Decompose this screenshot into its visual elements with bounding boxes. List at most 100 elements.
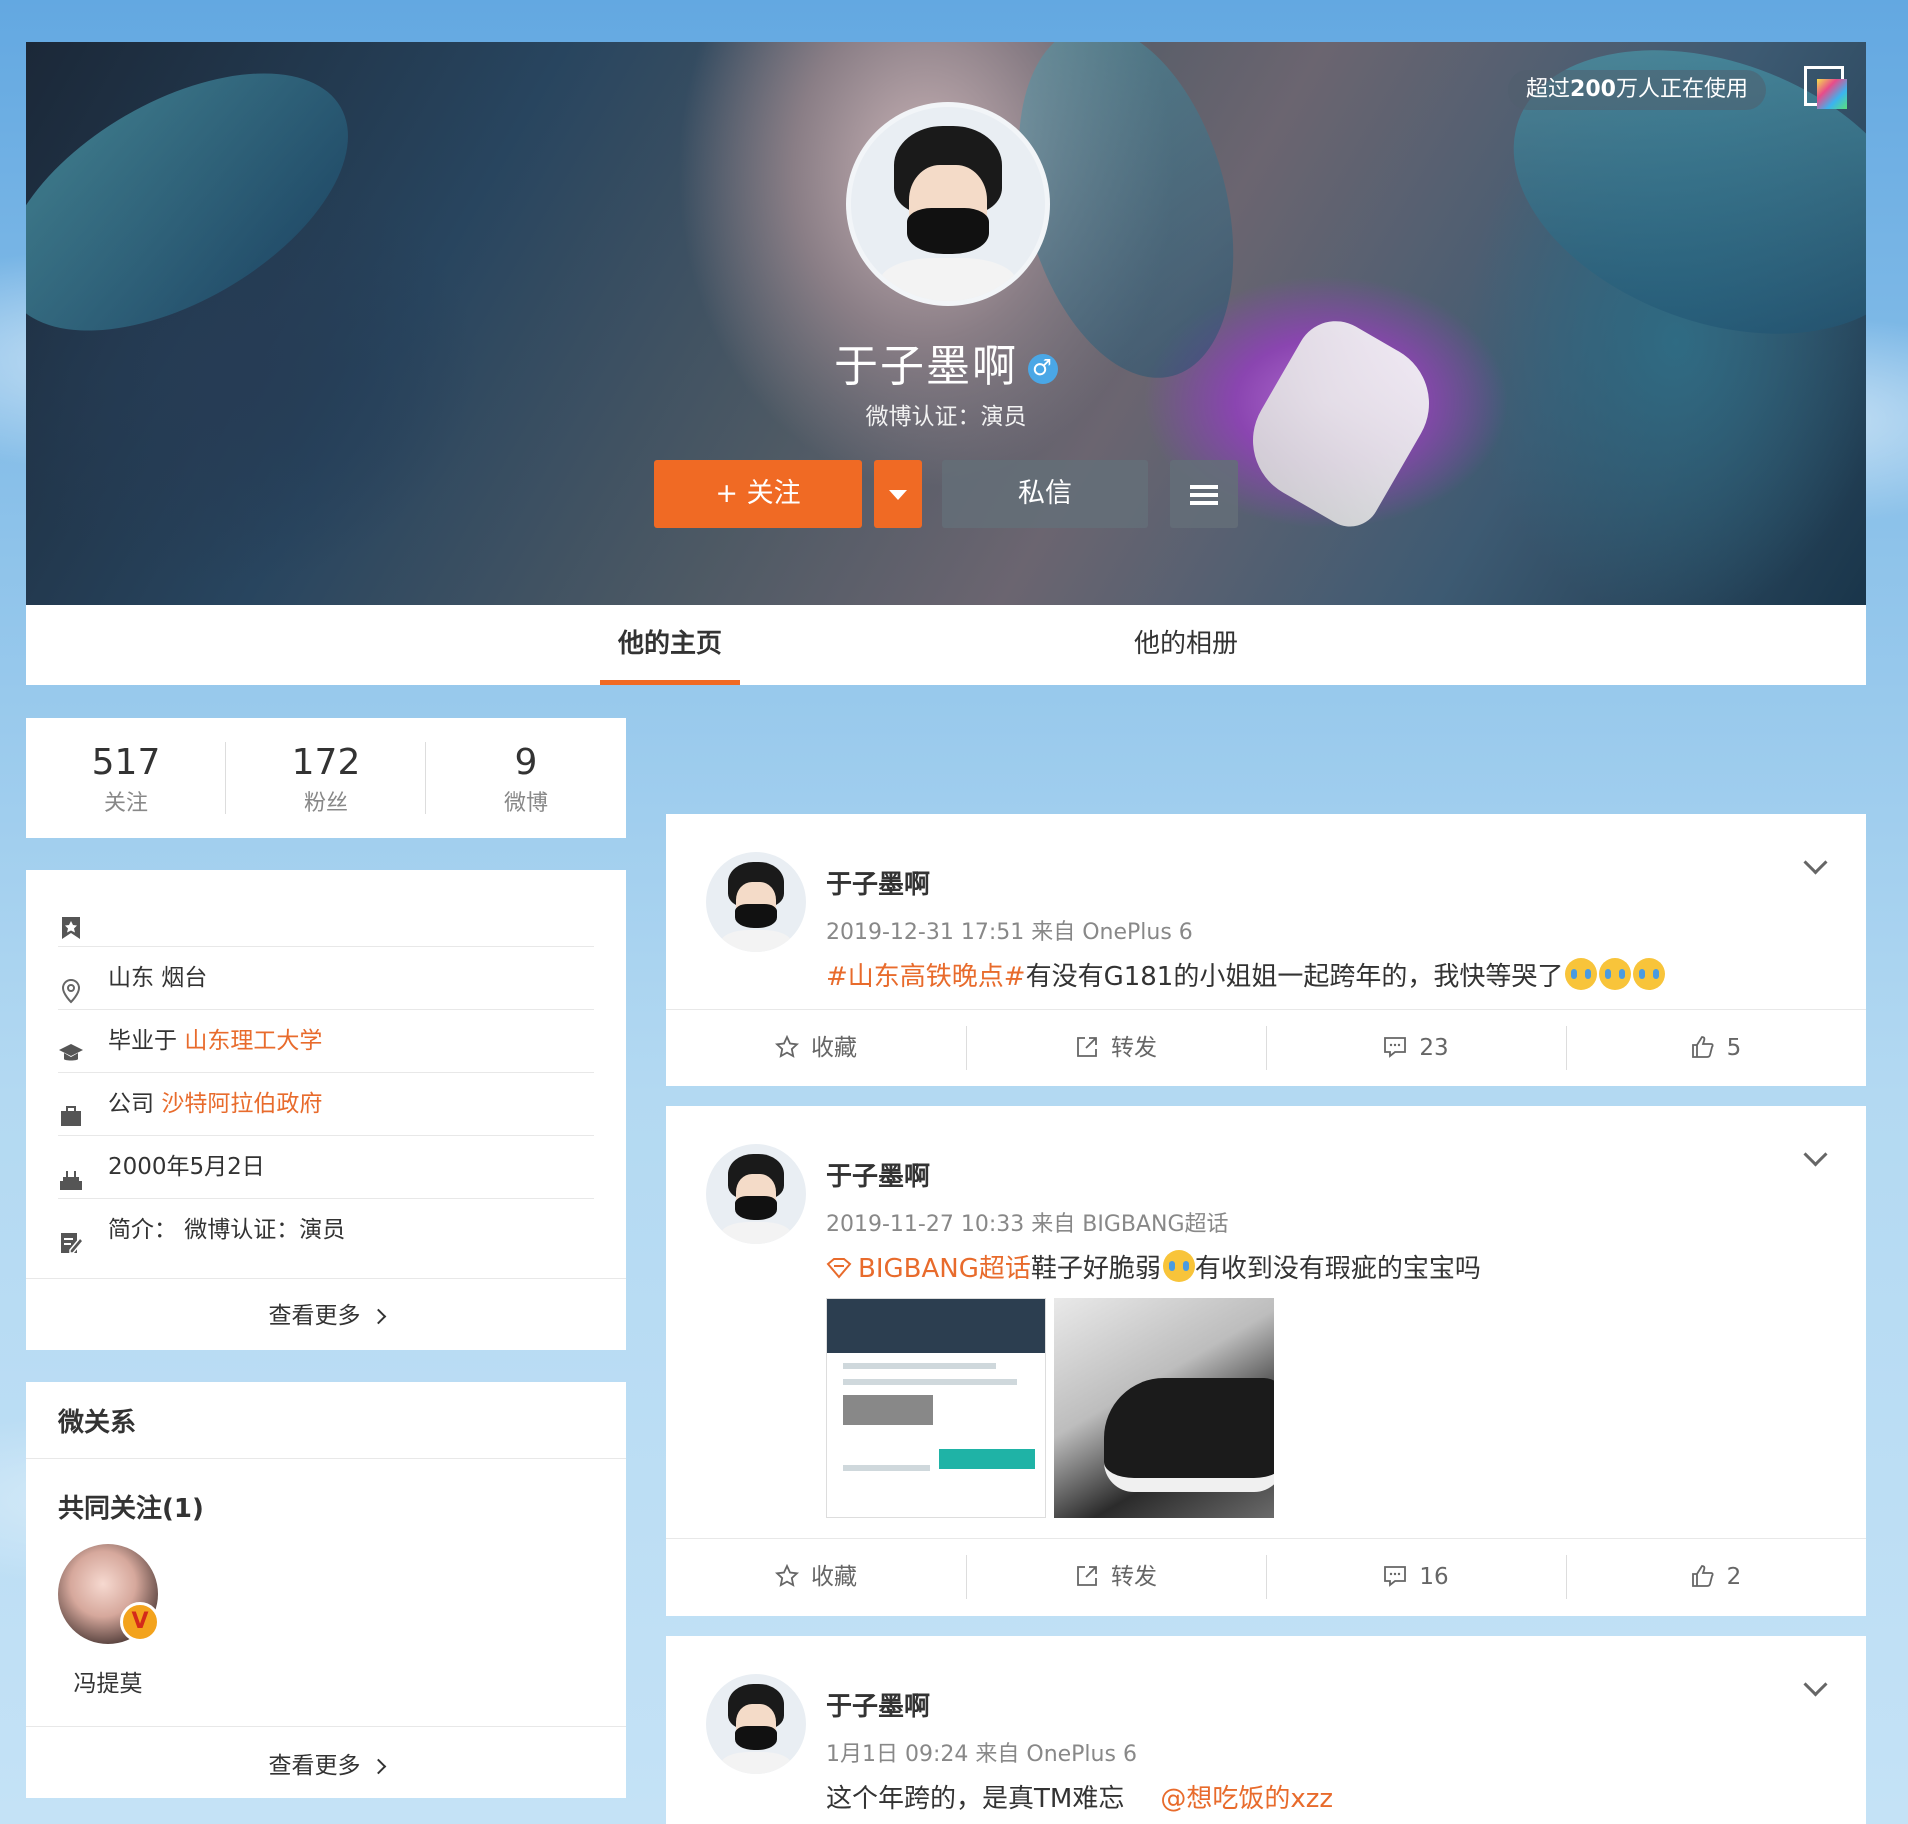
share-icon <box>1075 1543 1099 1586</box>
divider <box>26 1726 626 1727</box>
education-prefix: 毕业于 <box>108 1028 177 1054</box>
cake-icon <box>58 1155 84 1190</box>
edit-note-icon <box>58 1218 85 1254</box>
info-row-education: 毕业于 山东理工大学 <box>58 1010 594 1073</box>
supertopic-link[interactable]: BIGBANG超话 <box>826 1254 1031 1284</box>
bookmark-badge-icon <box>58 903 84 939</box>
birthday-text: 2000年5月2日 <box>108 1154 265 1180</box>
thumbs-up-icon <box>1691 1543 1715 1587</box>
more-menu-button[interactable] <box>1170 460 1238 528</box>
like-count: 2 <box>1726 1564 1742 1590</box>
briefcase-icon <box>58 1092 84 1126</box>
profile-tabs: 他的主页 他的相册 <box>26 605 1866 685</box>
relations-card: 微关系 共同关注(1) V 冯提莫 查看更多 <box>26 1382 626 1798</box>
post-meta: 2019-11-27 10:33 来自 BIGBANG超话 <box>826 1212 1229 1237</box>
profile-info-card: 山东 烟台 毕业于 山东理工大学 公司 沙特阿拉伯政府 2000年5月2日 简介… <box>26 870 626 1350</box>
tab-home[interactable]: 他的主页 <box>600 605 740 685</box>
location-text: 山东 烟台 <box>108 965 208 991</box>
favorite-label: 收藏 <box>811 1564 857 1590</box>
friend-name[interactable]: 冯提莫 <box>58 1664 158 1698</box>
comment-count: 16 <box>1419 1564 1449 1590</box>
mention-link[interactable]: @想吃饭的xzz <box>1160 1784 1333 1814</box>
post-image[interactable] <box>826 1298 1046 1518</box>
post-body: 鞋子好脆弱 <box>1030 1254 1161 1284</box>
post-body: 这个年跨的，是真TM难忘 <box>826 1784 1125 1814</box>
feed-post: 于子墨啊 1月1日 09:24 来自 OnePlus 6 这个年跨的，是真TM难… <box>666 1636 1866 1824</box>
comment-count: 23 <box>1419 1035 1449 1061</box>
post-author[interactable]: 于子墨啊 <box>826 864 930 901</box>
post-avatar[interactable] <box>706 852 806 952</box>
cover-settings-icon[interactable] <box>1804 66 1847 109</box>
repost-button[interactable]: 转发 <box>966 1010 1266 1086</box>
favorite-button[interactable]: 收藏 <box>666 1010 966 1086</box>
stat-following[interactable]: 517 关注 <box>26 742 226 817</box>
post-actions: 收藏 转发 23 5 <box>666 1009 1866 1086</box>
follow-dropdown-button[interactable] <box>874 460 922 528</box>
chevron-right-icon <box>370 1308 386 1325</box>
stat-label: 微博 <box>503 791 548 816</box>
stat-value: 517 <box>91 742 161 783</box>
usage-badge: 超过200万人正在使用 <box>1508 70 1766 110</box>
post-text: 这个年跨的，是真TM难忘 @想吃饭的xzz <box>826 1778 1333 1815</box>
stats-card: 517 关注 172 粉丝 9 微博 <box>26 718 626 838</box>
common-follow-title: 共同关注(1) <box>58 1494 204 1524</box>
company-link[interactable]: 沙特阿拉伯政府 <box>161 1091 322 1117</box>
info-row-birthday: 2000年5月2日 <box>58 1136 594 1199</box>
verification-text: 微博认证：演员 <box>865 404 1027 430</box>
comment-button[interactable]: 23 <box>1266 1010 1566 1086</box>
stat-value: 172 <box>291 742 361 783</box>
post-author[interactable]: 于子墨啊 <box>826 1686 930 1723</box>
post-text: BIGBANG超话鞋子好脆弱 有收到没有瑕疵的宝宝吗 <box>826 1248 1481 1285</box>
chevron-down-icon[interactable] <box>1803 1142 1828 1167</box>
more-label: 查看更多 <box>268 1303 361 1329</box>
share-icon <box>1075 1014 1099 1057</box>
chevron-right-icon <box>370 1758 386 1775</box>
post-meta: 2019-12-31 17:51 来自 OnePlus 6 <box>826 920 1193 945</box>
comment-icon <box>1383 1543 1407 1587</box>
feed-post: 于子墨啊 2019-11-27 10:33 来自 BIGBANG超话 BIGBA… <box>666 1106 1866 1616</box>
post-actions: 收藏 转发 16 2 <box>666 1538 1866 1615</box>
stat-followers[interactable]: 172 粉丝 <box>226 742 426 817</box>
stat-posts[interactable]: 9 微博 <box>426 742 626 817</box>
avatar[interactable] <box>846 102 1050 306</box>
post-avatar[interactable] <box>706 1144 806 1244</box>
chevron-down-icon[interactable] <box>1803 1672 1828 1697</box>
info-row-bio: 简介： 微博认证：演员 <box>58 1199 594 1261</box>
male-icon: ♂ <box>1028 354 1058 384</box>
like-button[interactable]: 5 <box>1566 1010 1866 1086</box>
comment-button[interactable]: 16 <box>1266 1539 1566 1615</box>
post-avatar[interactable] <box>706 1674 806 1774</box>
repost-button[interactable]: 转发 <box>966 1539 1266 1615</box>
chevron-down-icon[interactable] <box>1803 850 1828 875</box>
more-label: 查看更多 <box>268 1753 361 1779</box>
post-body: 有没有G181的小姐姐一起跨年的，我快等哭了 <box>1025 962 1564 992</box>
supertopic-diamond-icon <box>826 1258 852 1279</box>
relations-more-link[interactable]: 查看更多 <box>26 1746 626 1780</box>
hashtag-link[interactable]: #山东高铁晚点# <box>826 962 1026 992</box>
feed-post: 于子墨啊 2019-12-31 17:51 来自 OnePlus 6 #山东高铁… <box>666 814 1866 1086</box>
crying-emoji-icon <box>1162 1250 1195 1282</box>
supertopic-label: BIGBANG超话 <box>858 1254 1031 1284</box>
company-prefix: 公司 <box>108 1091 154 1117</box>
crying-emoji-icon <box>1599 958 1632 990</box>
post-image[interactable] <box>1054 1298 1274 1518</box>
repost-label: 转发 <box>1111 1035 1157 1061</box>
favorite-button[interactable]: 收藏 <box>666 1539 966 1615</box>
stat-value: 9 <box>514 742 538 783</box>
message-button[interactable]: 私信 <box>942 460 1148 528</box>
school-link[interactable]: 山东理工大学 <box>184 1028 322 1054</box>
tab-album[interactable]: 他的相册 <box>1116 605 1256 685</box>
stat-label: 关注 <box>103 791 148 816</box>
crying-emoji-icon <box>1565 958 1598 990</box>
info-row-badge <box>58 884 594 947</box>
relations-title: 微关系 <box>58 1408 137 1438</box>
follow-button[interactable]: + 关注 <box>654 460 862 528</box>
like-button[interactable]: 2 <box>1566 1539 1866 1615</box>
favorite-label: 收藏 <box>811 1035 857 1061</box>
info-more-link[interactable]: 查看更多 <box>26 1296 626 1330</box>
crying-emoji-icon <box>1633 958 1666 990</box>
post-author[interactable]: 于子墨啊 <box>826 1156 930 1193</box>
thumbs-up-icon <box>1691 1014 1715 1058</box>
post-meta: 1月1日 09:24 来自 OnePlus 6 <box>826 1742 1137 1767</box>
star-icon <box>774 1543 800 1587</box>
